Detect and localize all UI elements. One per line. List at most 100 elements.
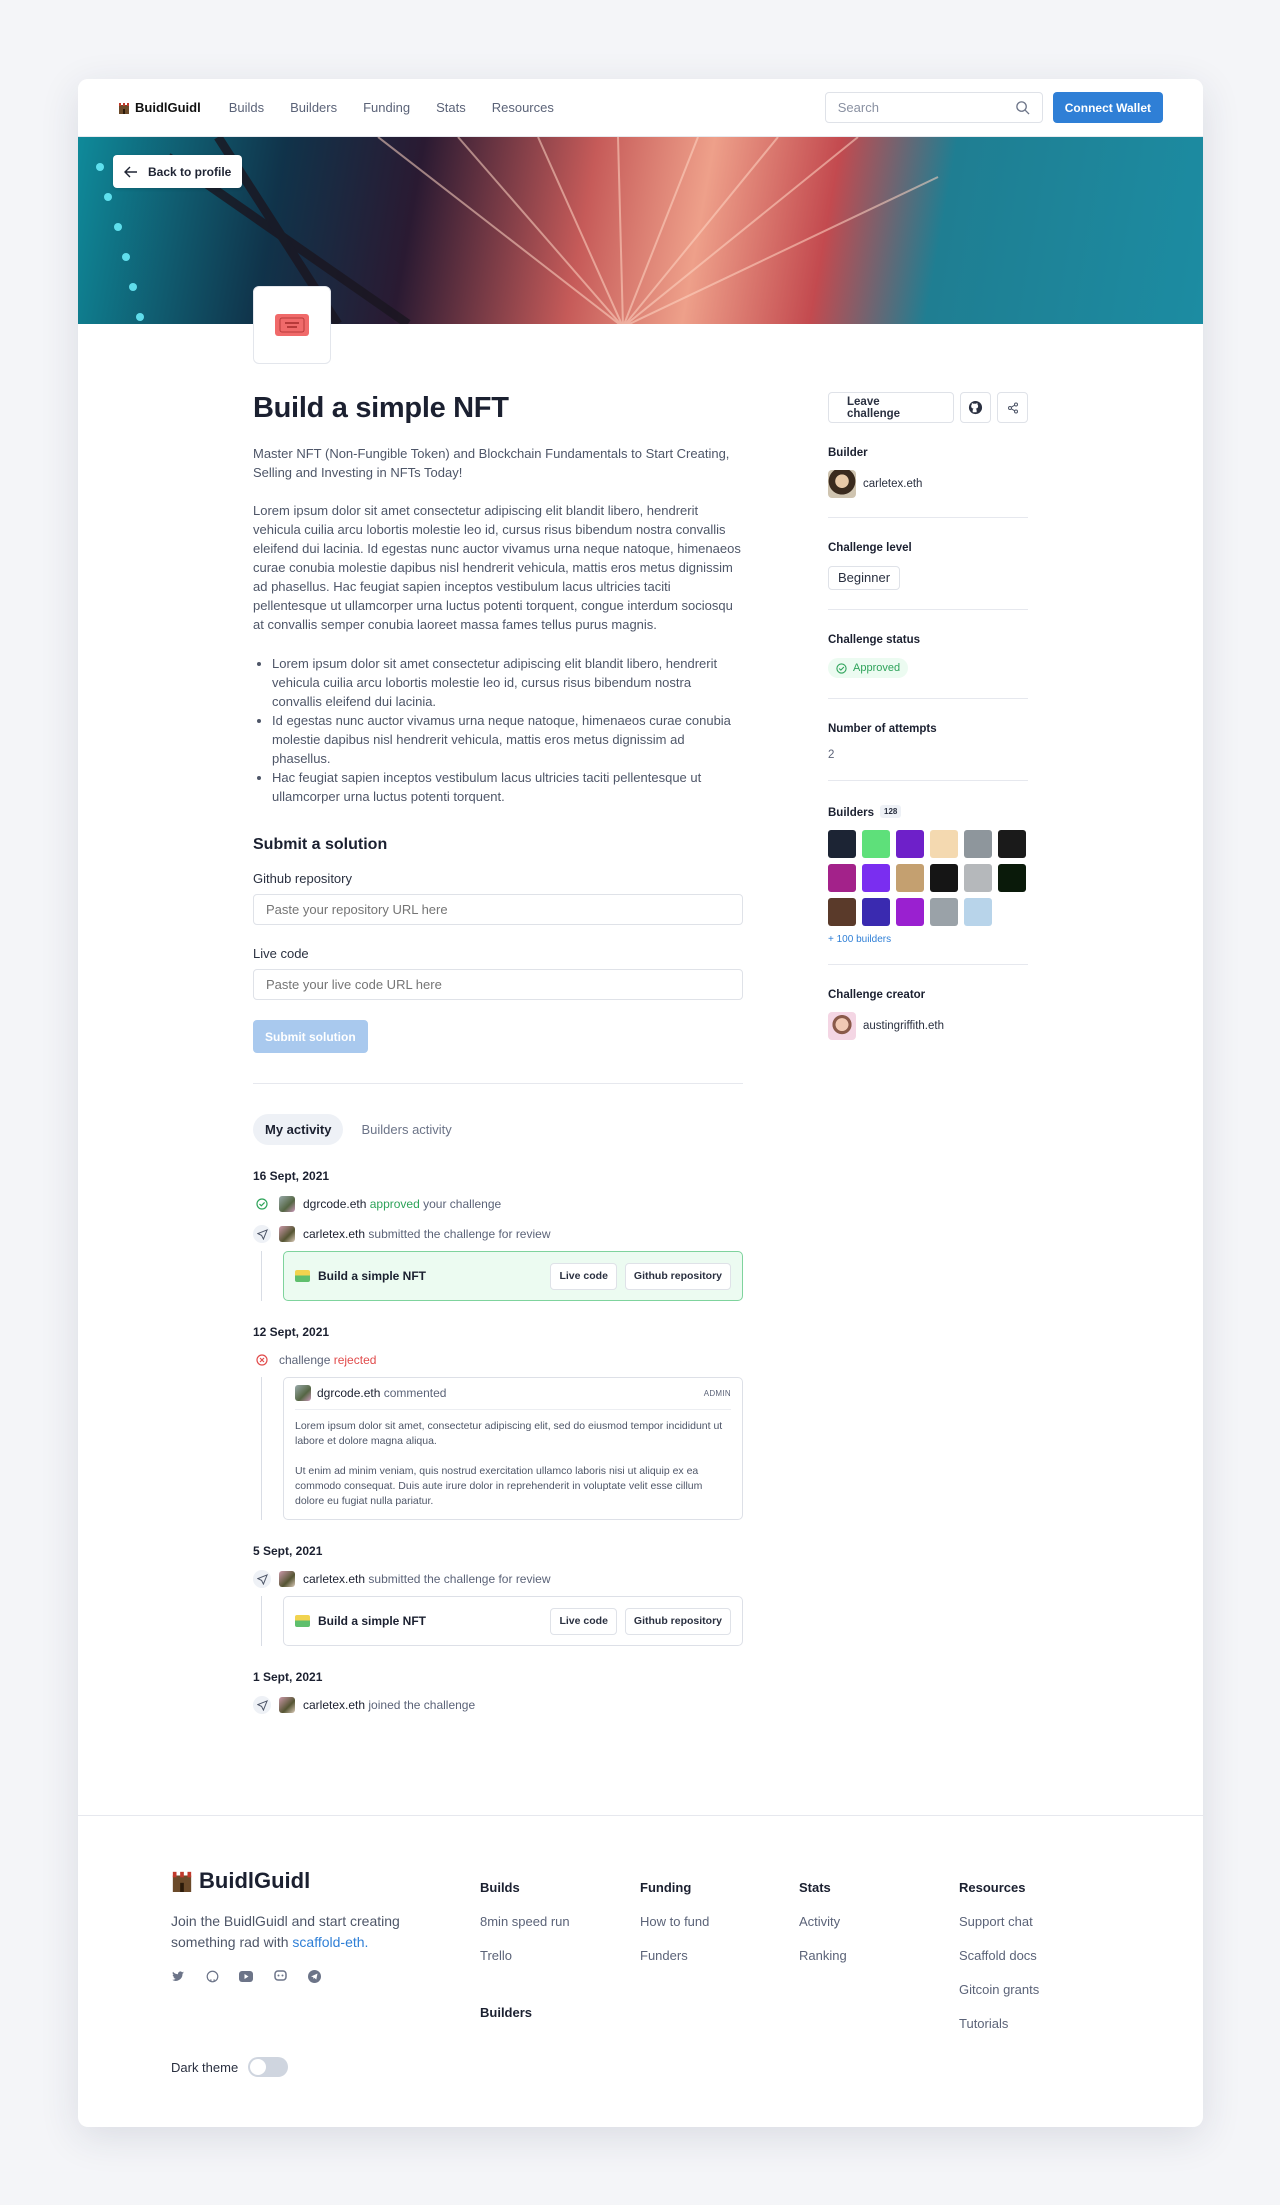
event-user[interactable]: carletex.eth [303, 1227, 365, 1241]
level-badge: Beginner [828, 566, 901, 590]
github-repo-input[interactable] [253, 894, 743, 925]
submit-solution-button[interactable]: Submit solution [253, 1020, 368, 1053]
footer-logo[interactable]: BuidlGuidl [171, 1868, 441, 1894]
leave-challenge-button[interactable]: Leave challenge [828, 392, 955, 423]
status-text: Approved [853, 662, 901, 674]
ferris-wheel-image [96, 137, 939, 324]
github-repo-button[interactable]: Github repository [624, 1262, 731, 1290]
live-code-button[interactable]: Live code [550, 1262, 617, 1290]
attempts-section: Number of attempts 2 [828, 699, 1028, 781]
search-placeholder: Search [837, 100, 879, 115]
builder-row[interactable]: carletex.eth [828, 470, 1028, 498]
builder-avatar[interactable] [896, 829, 924, 858]
builder-name: carletex.eth [863, 478, 923, 490]
search-input[interactable]: Search [824, 92, 1043, 123]
comment-header: dgrcode.eth commented ADMIN [295, 1385, 731, 1410]
builder-avatar[interactable] [828, 829, 856, 858]
builder-avatar[interactable] [998, 863, 1026, 892]
event-user[interactable]: dgrcode.eth [303, 1197, 366, 1211]
activity-event: dgrcode.eth approved your challenge [253, 1195, 743, 1213]
nav-link-resources[interactable]: Resources [492, 100, 554, 115]
footer-link[interactable]: Ranking [799, 1948, 847, 1963]
creator-row[interactable]: austingriffith.eth [828, 1011, 1028, 1040]
activity-date: 16 Sept, 2021 [253, 1169, 330, 1183]
event-user[interactable]: carletex.eth [303, 1698, 365, 1712]
builder-avatar[interactable] [998, 829, 1026, 858]
footer-col-title[interactable]: Funding [640, 1880, 709, 1895]
github-repo-button[interactable]: Github repository [624, 1607, 731, 1635]
builder-avatar[interactable] [862, 897, 890, 926]
builder-avatar[interactable] [964, 863, 992, 892]
submission-title: Build a simple NFT [318, 1269, 427, 1283]
discord-icon[interactable] [273, 1969, 287, 1983]
tab-my-activity[interactable]: My activity [253, 1114, 344, 1145]
bullet-item: Hac feugiat sapien inceptos vestibulum l… [272, 768, 743, 806]
x-circle-icon [253, 1351, 271, 1369]
back-to-profile-button[interactable]: Back to profile [113, 155, 243, 188]
github-icon[interactable] [205, 1969, 219, 1983]
nav-link-stats[interactable]: Stats [436, 100, 466, 115]
footer-col-title[interactable]: Builds [480, 1880, 570, 1895]
footer-link[interactable]: 8min speed run [480, 1914, 570, 1929]
footer-col-title[interactable]: Stats [799, 1880, 847, 1895]
activity-event: challenge rejected [253, 1351, 743, 1369]
footer-link[interactable]: Gitcoin grants [959, 1982, 1039, 1997]
footer-col-title[interactable]: Resources [959, 1880, 1039, 1895]
event-text: challenge [279, 1353, 331, 1367]
builder-avatar[interactable] [930, 897, 958, 926]
footer-link[interactable]: Funders [640, 1948, 709, 1963]
builder-avatar[interactable] [930, 829, 958, 858]
nav-link-funding[interactable]: Funding [363, 100, 410, 115]
github-icon[interactable] [960, 392, 992, 423]
live-code-button[interactable]: Live code [550, 1607, 617, 1635]
live-code-input[interactable] [253, 969, 743, 1000]
connect-wallet-button[interactable]: Connect Wallet [1052, 92, 1163, 123]
bullet-item: Id egestas nunc auctor vivamus urna nequ… [272, 711, 743, 768]
footer-link[interactable]: Tutorials [959, 2016, 1039, 2031]
dark-theme-label: Dark theme [171, 2059, 239, 2075]
builder-avatar[interactable] [896, 897, 924, 926]
section-heading: Challenge status [828, 634, 921, 646]
footer-col-title[interactable]: Builders [480, 2005, 532, 2020]
telegram-icon[interactable] [307, 1969, 321, 1983]
scaffold-eth-link[interactable]: scaffold-eth. [292, 1934, 368, 1950]
submission-wrapper: Build a simple NFT Live code Github repo… [261, 1251, 743, 1301]
challenge-title: Build a simple NFT [253, 392, 509, 424]
comment-user[interactable]: dgrcode.eth [317, 1386, 380, 1400]
logo[interactable]: BuidlGuidl [118, 100, 201, 115]
challenge-bullets: Lorem ipsum dolor sit amet consectetur a… [253, 654, 743, 806]
builder-avatar[interactable] [862, 829, 890, 858]
more-builders-link[interactable]: + 100 builders [828, 934, 1028, 945]
tab-builders-activity[interactable]: Builders activity [349, 1114, 463, 1145]
avatar [828, 1011, 856, 1040]
builder-avatar[interactable] [828, 863, 856, 892]
comment-card: dgrcode.eth commented ADMIN Lorem ipsum … [283, 1377, 743, 1520]
activity-tabs: My activity Builders activity [253, 1114, 743, 1145]
youtube-icon[interactable] [239, 1969, 253, 1983]
avatar [279, 1571, 295, 1587]
footer-link[interactable]: Trello [480, 1948, 570, 1963]
nav-link-builders[interactable]: Builders [290, 100, 337, 115]
builder-avatar[interactable] [964, 897, 992, 926]
builder-avatar[interactable] [862, 863, 890, 892]
challenge-thumbnail [253, 286, 331, 364]
submission-card: Build a simple NFT Live code Github repo… [283, 1596, 743, 1646]
event-user[interactable]: carletex.eth [303, 1572, 365, 1586]
live-code-label: Live code [253, 946, 309, 961]
twitter-icon[interactable] [171, 1969, 185, 1983]
share-icon[interactable] [997, 392, 1028, 423]
dark-theme-toggle[interactable] [248, 2057, 289, 2077]
footer-link[interactable]: How to fund [640, 1914, 709, 1929]
footer-link[interactable]: Scaffold docs [959, 1948, 1039, 1963]
nav-link-builds[interactable]: Builds [229, 100, 264, 115]
builder-avatar[interactable] [964, 829, 992, 858]
submission-card: Build a simple NFT Live code Github repo… [283, 1251, 743, 1301]
builder-avatar[interactable] [896, 863, 924, 892]
builder-avatar[interactable] [930, 863, 958, 892]
footer-link[interactable]: Activity [799, 1914, 847, 1929]
builders-section: Builders 128 + 100 builders [828, 781, 1028, 965]
builder-avatar[interactable] [828, 897, 856, 926]
footer-link[interactable]: Support chat [959, 1914, 1039, 1929]
avatar [295, 1385, 311, 1401]
sidebar-actions: Leave challenge [828, 392, 1028, 423]
